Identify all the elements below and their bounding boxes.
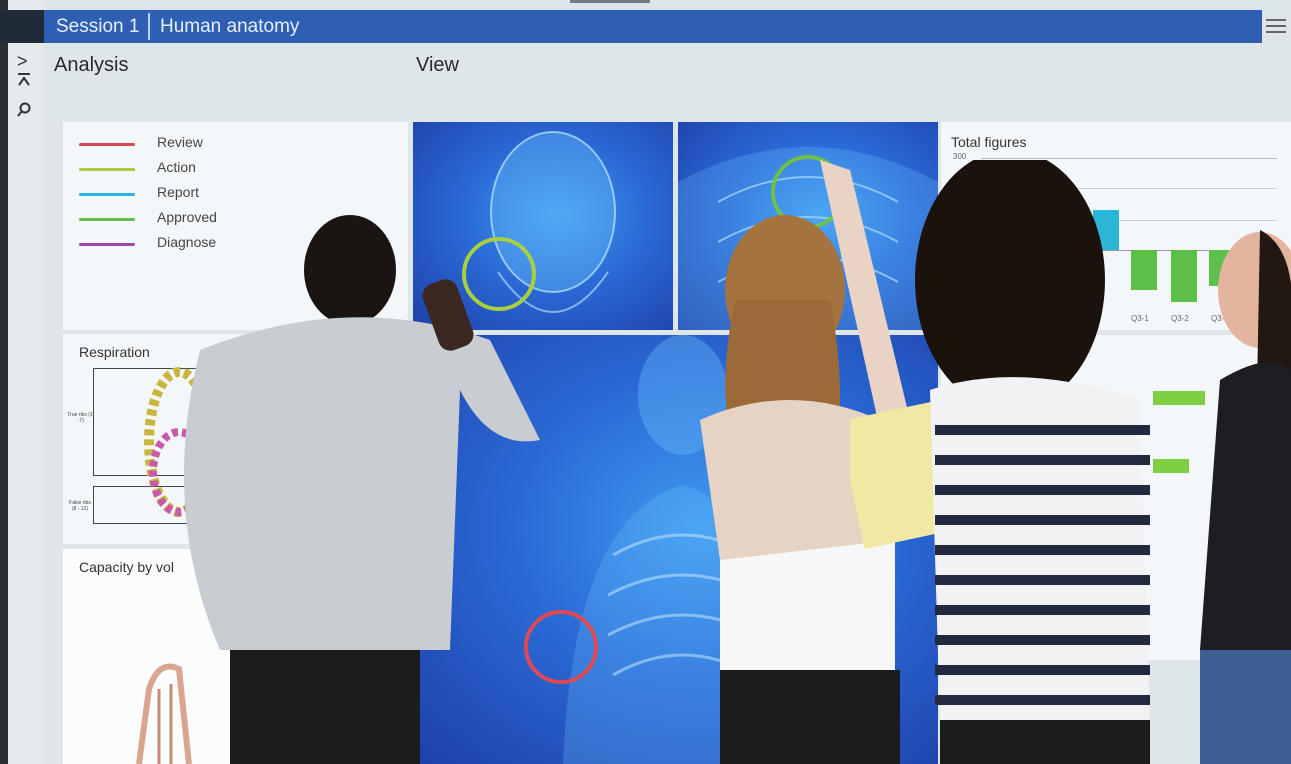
person-curly-woman [850, 160, 1150, 764]
legend-swatch [79, 168, 135, 171]
analysis-heading: Analysis [54, 54, 129, 76]
hamburger-menu-icon[interactable] [1264, 15, 1288, 39]
tab-title[interactable]: Human anatomy [160, 10, 299, 43]
gridline [981, 158, 1277, 159]
collapse-up-icon[interactable] [17, 72, 31, 91]
title-bar-cap [0, 10, 44, 43]
view-heading: View [416, 54, 459, 76]
respiration-title: Respiration [79, 344, 150, 360]
person-woman-tablet [1200, 230, 1291, 764]
title-bar: Session 1 Human anatomy [44, 10, 1262, 43]
true-ribs-label: True ribs (1 - 7) [67, 412, 93, 424]
search-icon[interactable] [17, 102, 31, 121]
person-man-writing [184, 215, 540, 764]
legend-swatch [79, 218, 135, 221]
legend-swatch [79, 193, 135, 196]
false-ribs-label: False ribs (8 - 12) [69, 500, 91, 512]
legend-swatch [79, 143, 135, 146]
legend-label: Action [157, 159, 196, 175]
tab-divider [148, 13, 150, 40]
legend-label: Review [157, 134, 203, 150]
total-figures-title: Total figures [951, 134, 1027, 150]
legend-swatch [79, 243, 135, 246]
chevron-right-icon[interactable]: > [17, 52, 28, 70]
camera-notch [570, 0, 650, 3]
legend-label: Report [157, 184, 200, 200]
tab-session[interactable]: Session 1 [56, 10, 139, 43]
